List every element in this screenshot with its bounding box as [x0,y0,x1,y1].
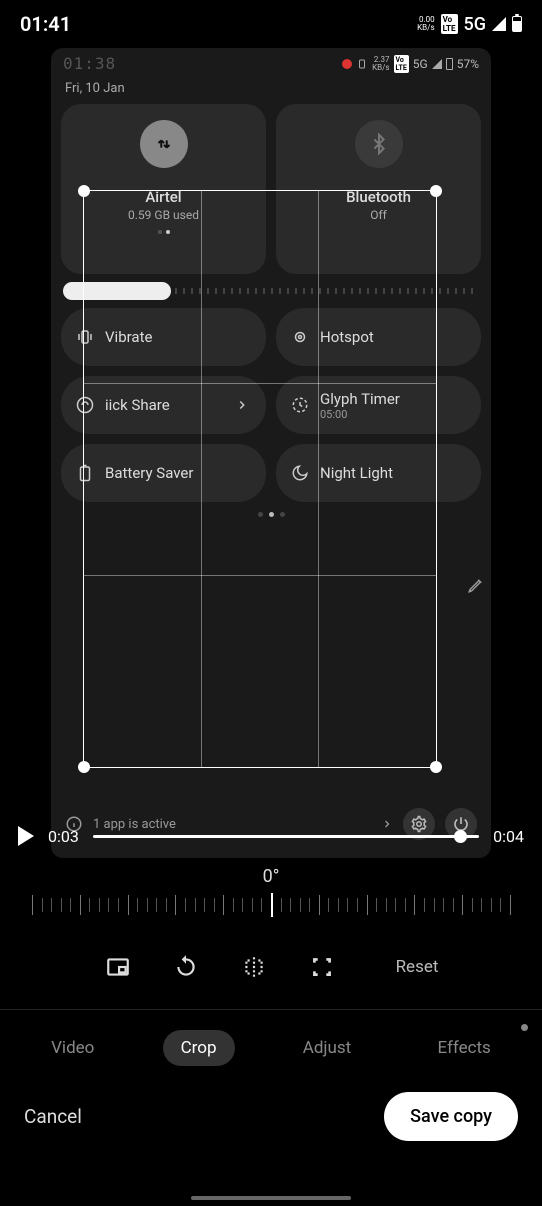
rotate-button[interactable] [172,953,200,981]
hotspot-icon [290,327,310,347]
reset-button[interactable]: Reset [396,957,439,977]
status-bar: 01:41 0.00KB/s VoLTE 5G [0,0,542,48]
save-copy-button[interactable]: Save copy [384,1092,518,1141]
status-time: 01:41 [20,12,71,36]
total-time: 0:04 [493,827,524,846]
inner-signal-icon [432,59,442,69]
signal-icon [492,17,506,31]
record-icon [342,59,352,69]
data-arrows-icon [140,120,188,168]
hotspot-toggle[interactable]: Hotspot [276,308,481,366]
inner-volte-badge: VoLTE [394,55,409,73]
brightness-slider[interactable] [63,288,479,294]
editor-tabs: Video Crop Adjust Effects [0,1009,542,1086]
status-right: 0.00KB/s VoLTE 5G [417,14,522,35]
video-preview[interactable]: 01:38 2.37KB/s VoLTE 5G 57% Fri, 10 Jan … [51,48,491,858]
edit-tiles-icon[interactable] [467,576,485,594]
cancel-button[interactable]: Cancel [24,1105,82,1128]
tab-video[interactable]: Video [33,1030,112,1066]
inner-status-bar: 01:38 2.37KB/s VoLTE 5G 57% [51,48,491,79]
current-time: 0:03 [48,827,79,846]
battery-saver-icon [75,463,95,483]
inner-clock: 01:38 [63,54,116,73]
aspect-ratio-button[interactable] [104,953,132,981]
mobile-data-tile[interactable]: Airtel 0.59 GB used [61,104,266,274]
inner-date: Fri, 10 Jan [51,79,491,104]
night-light-icon [290,463,310,483]
volte-badge: VoLTE [441,14,458,34]
glyph-timer-icon [290,395,310,415]
glyph-timer-toggle[interactable]: Glyph Timer 05:00 [276,376,481,434]
night-light-label: Night Light [320,464,393,482]
battery-icon [512,16,522,32]
vibrate-icon [75,327,95,347]
crop-tools-row: Reset [0,953,542,981]
tab-crop[interactable]: Crop [163,1030,235,1066]
footer: Cancel Save copy [0,1086,542,1161]
network-label: 5G [464,14,487,35]
effects-notification-dot [521,1024,528,1031]
video-scrubber: 0:03 0:04 [0,822,542,848]
quick-share-label: iick Share [105,396,170,414]
flip-button[interactable] [240,953,268,981]
inner-battery-icon [446,58,453,70]
data-tile-title: Airtel [145,188,181,206]
scrubber-track[interactable] [93,835,479,838]
play-button[interactable] [18,826,34,846]
glyph-label: Glyph Timer [320,390,400,408]
data-tile-sub: 0.59 GB used [128,208,199,222]
page-indicator [51,512,491,517]
chevron-right-icon [232,395,252,415]
vibrate-toggle[interactable]: Vibrate [61,308,266,366]
gesture-bar[interactable] [191,1196,351,1200]
glyph-sub: 05:00 [320,408,400,421]
bluetooth-icon [355,120,403,168]
quick-share-toggle[interactable]: iick Share [61,376,266,434]
vibrate-status-icon [356,58,368,70]
rotation-degrees: 0° [0,866,542,887]
free-crop-button[interactable] [308,953,336,981]
quick-share-icon [75,395,95,415]
bt-tile-title: Bluetooth [346,188,411,206]
rotation-control[interactable]: 0° [0,866,542,923]
battery-saver-label: Battery Saver [105,464,193,482]
tab-adjust[interactable]: Adjust [285,1030,369,1066]
tab-effects[interactable]: Effects [419,1030,508,1066]
battery-saver-toggle[interactable]: Battery Saver [61,444,266,502]
hotspot-label: Hotspot [320,328,374,346]
scrubber-thumb[interactable] [454,830,467,843]
bt-tile-sub: Off [370,208,387,222]
night-light-toggle[interactable]: Night Light [276,444,481,502]
bluetooth-tile[interactable]: Bluetooth Off [276,104,481,274]
vibrate-label: Vibrate [105,328,152,346]
